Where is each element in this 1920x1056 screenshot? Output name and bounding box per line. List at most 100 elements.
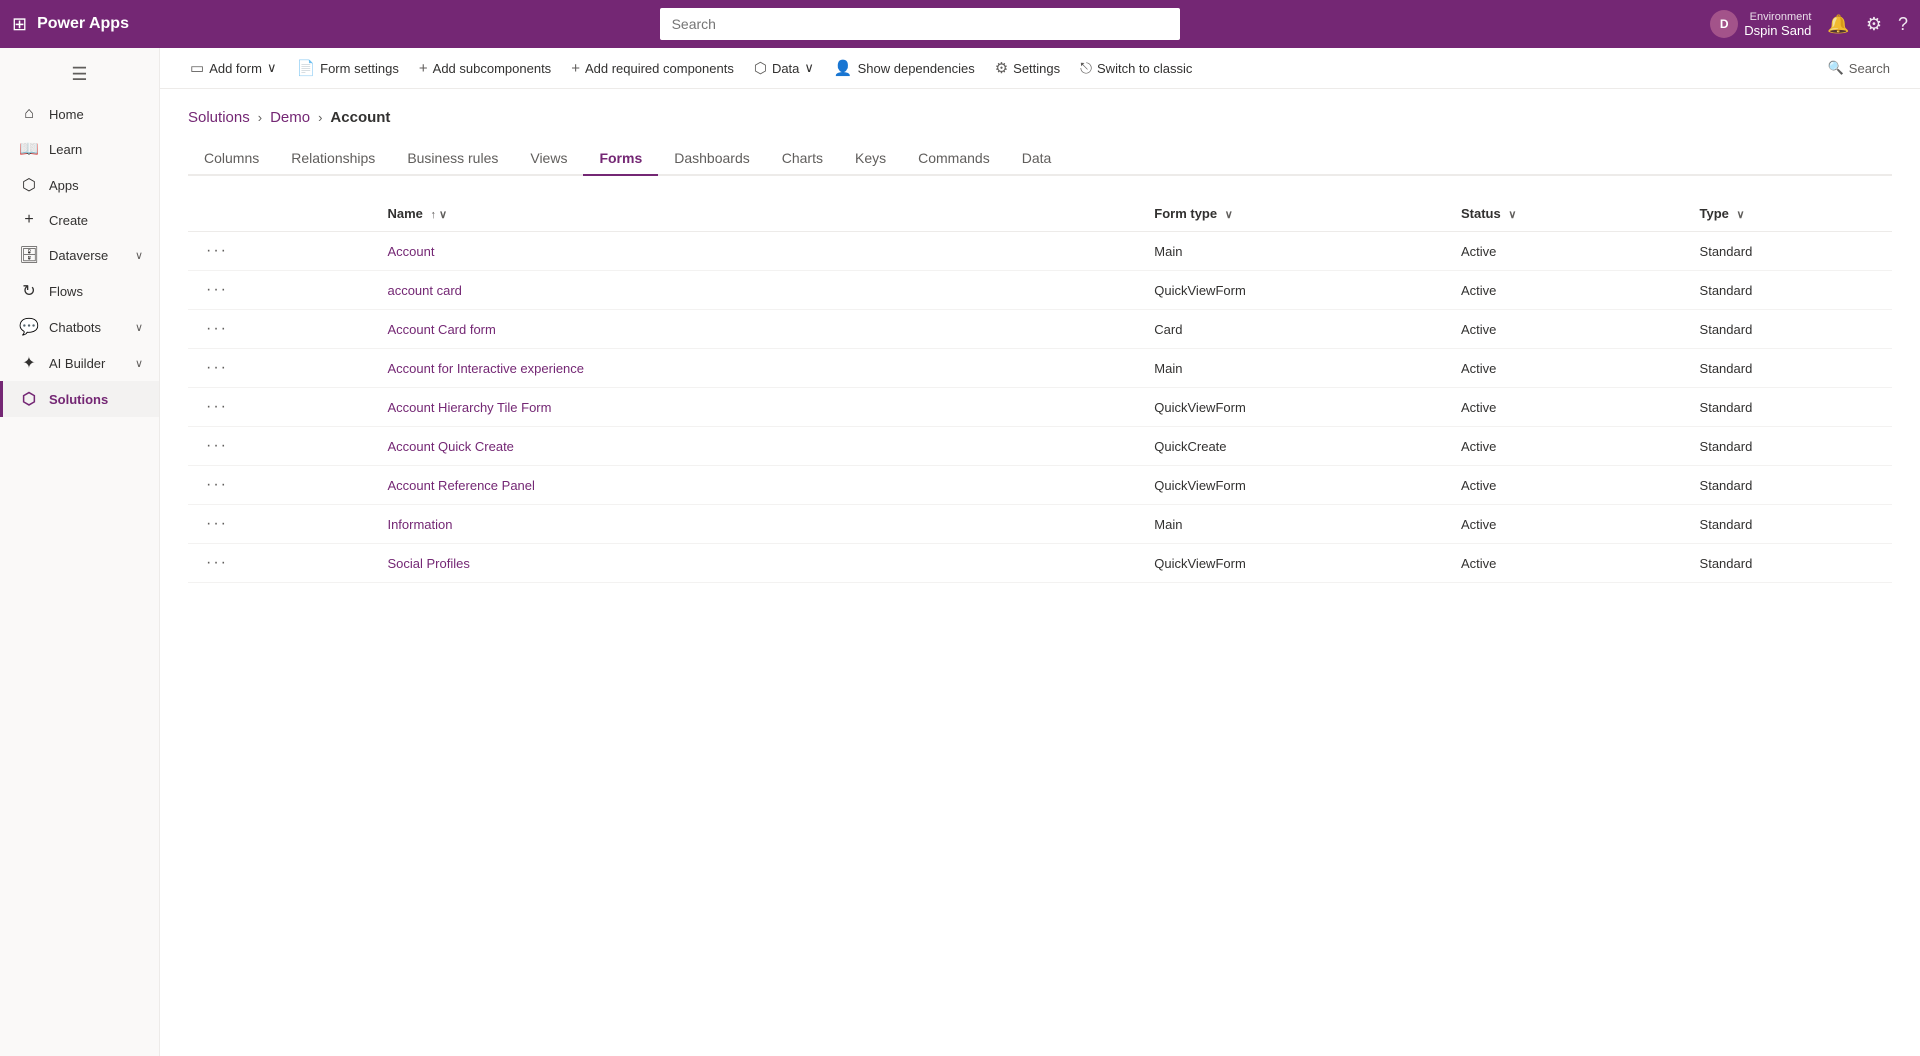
tabs-bar: Columns Relationships Business rules Vie… — [188, 142, 1892, 176]
sidebar-item-chatbots[interactable]: 💬 Chatbots ∨ — [0, 309, 159, 345]
row-actions-menu[interactable]: ··· — [200, 474, 234, 495]
environment-info: D Environment Dspin Sand — [1710, 10, 1811, 38]
row-name[interactable]: Account Hierarchy Tile Form — [375, 388, 1142, 427]
sidebar-item-home[interactable]: ⌂ Home — [0, 97, 159, 131]
solutions-icon: ⬡ — [19, 389, 39, 409]
table-row: ··· Account Card form Card Active Standa… — [188, 310, 1892, 349]
breadcrumb-solutions[interactable]: Solutions — [188, 109, 250, 126]
col-form-type-header[interactable]: Form type ∨ — [1142, 196, 1449, 232]
create-icon: + — [19, 211, 39, 229]
table-header-row: Name ↑ ∨ Form type ∨ Status ∨ Type ∨ — [188, 196, 1892, 232]
sidebar-item-solutions[interactable]: ⬡ Solutions — [0, 381, 159, 417]
tab-columns[interactable]: Columns — [188, 142, 275, 176]
add-form-button[interactable]: ▭ Add form ∨ — [180, 54, 286, 82]
row-type: Standard — [1688, 505, 1892, 544]
row-name[interactable]: Account Quick Create — [375, 427, 1142, 466]
help-icon[interactable]: ? — [1898, 14, 1908, 35]
row-status: Active — [1449, 232, 1688, 271]
tab-commands[interactable]: Commands — [902, 142, 1006, 176]
row-name[interactable]: Account — [375, 232, 1142, 271]
row-type: Standard — [1688, 466, 1892, 505]
settings-icon[interactable]: ⚙ — [1866, 14, 1882, 35]
row-name[interactable]: Account Reference Panel — [375, 466, 1142, 505]
tab-relationships[interactable]: Relationships — [275, 142, 391, 176]
table-row: ··· Account Quick Create QuickCreate Act… — [188, 427, 1892, 466]
tab-dashboards[interactable]: Dashboards — [658, 142, 766, 176]
tab-data[interactable]: Data — [1006, 142, 1068, 176]
grid-icon[interactable]: ⊞ — [12, 14, 27, 35]
show-dep-label: Show dependencies — [858, 61, 975, 76]
form-settings-icon: 📄 — [296, 59, 315, 77]
notification-icon[interactable]: 🔔 — [1827, 14, 1849, 35]
row-actions-menu[interactable]: ··· — [200, 240, 234, 261]
form-settings-button[interactable]: 📄 Form settings — [286, 54, 408, 82]
row-actions-menu[interactable]: ··· — [200, 279, 234, 300]
settings-button[interactable]: ⚙ Settings — [985, 54, 1070, 82]
table-row: ··· Account Reference Panel QuickViewFor… — [188, 466, 1892, 505]
hamburger-button[interactable]: ☰ — [0, 56, 159, 93]
row-form-type: QuickViewForm — [1142, 271, 1449, 310]
show-dependencies-button[interactable]: 👤 Show dependencies — [824, 54, 985, 82]
tab-charts[interactable]: Charts — [766, 142, 839, 176]
breadcrumb-sep-1: › — [258, 110, 262, 125]
row-status: Active — [1449, 388, 1688, 427]
row-actions-cell: ··· — [188, 349, 375, 388]
row-actions-menu[interactable]: ··· — [200, 357, 234, 378]
sidebar-item-ai-builder[interactable]: ✦ AI Builder ∨ — [0, 345, 159, 381]
tab-forms[interactable]: Forms — [583, 142, 658, 176]
top-nav: ⊞ Power Apps D Environment Dspin Sand 🔔 … — [0, 0, 1920, 48]
toolbar: ▭ Add form ∨ 📄 Form settings + Add subco… — [160, 48, 1920, 89]
row-actions-menu[interactable]: ··· — [200, 318, 234, 339]
env-name: Dspin Sand — [1744, 23, 1811, 38]
flows-icon: ↻ — [19, 281, 39, 301]
col-actions-header — [188, 196, 375, 232]
env-label: Environment — [1750, 11, 1812, 23]
search-icon: 🔍 — [1828, 60, 1844, 76]
app-name: Power Apps — [37, 15, 129, 33]
settings-btn-icon: ⚙ — [995, 59, 1008, 77]
chevron-down-icon-chatbots: ∨ — [135, 321, 143, 334]
row-name[interactable]: Information — [375, 505, 1142, 544]
add-required-label: Add required components — [585, 61, 734, 76]
add-subcomponents-button[interactable]: + Add subcomponents — [409, 55, 561, 82]
tab-business-rules[interactable]: Business rules — [391, 142, 514, 176]
breadcrumb-sep-2: › — [318, 110, 322, 125]
content-area: ▭ Add form ∨ 📄 Form settings + Add subco… — [160, 48, 1920, 1056]
sidebar-item-dataverse[interactable]: 🗄 Dataverse ∨ — [0, 237, 159, 273]
row-actions-menu[interactable]: ··· — [200, 552, 234, 573]
row-actions-menu[interactable]: ··· — [200, 513, 234, 534]
row-name[interactable]: Social Profiles — [375, 544, 1142, 583]
row-name[interactable]: account card — [375, 271, 1142, 310]
settings-label: Settings — [1013, 61, 1060, 76]
toolbar-search[interactable]: 🔍 Search — [1818, 55, 1900, 81]
sidebar-item-flows[interactable]: ↻ Flows — [0, 273, 159, 309]
sidebar-item-create[interactable]: + Create — [0, 203, 159, 237]
sidebar-item-apps[interactable]: ⬡ Apps — [0, 167, 159, 203]
tab-keys[interactable]: Keys — [839, 142, 902, 176]
data-dropdown-icon: ∨ — [804, 60, 814, 76]
data-button[interactable]: ⬡ Data ∨ — [744, 54, 824, 82]
breadcrumb-demo[interactable]: Demo — [270, 109, 310, 126]
row-name[interactable]: Account for Interactive experience — [375, 349, 1142, 388]
global-search-input[interactable] — [660, 8, 1180, 40]
table-row: ··· Account Main Active Standard — [188, 232, 1892, 271]
col-status-header[interactable]: Status ∨ — [1449, 196, 1688, 232]
row-actions-menu[interactable]: ··· — [200, 396, 234, 417]
sidebar-item-learn[interactable]: 📖 Learn — [0, 131, 159, 167]
row-type: Standard — [1688, 388, 1892, 427]
add-subcomponents-label: Add subcomponents — [433, 61, 552, 76]
breadcrumb-current: Account — [330, 109, 390, 126]
tab-views[interactable]: Views — [514, 142, 583, 176]
row-form-type: Main — [1142, 232, 1449, 271]
col-name-header[interactable]: Name ↑ ∨ — [375, 196, 1142, 232]
col-type-header[interactable]: Type ∨ — [1688, 196, 1892, 232]
row-actions-menu[interactable]: ··· — [200, 435, 234, 456]
ai-builder-icon: ✦ — [19, 353, 39, 373]
add-required-components-button[interactable]: + Add required components — [561, 55, 744, 82]
table-row: ··· account card QuickViewForm Active St… — [188, 271, 1892, 310]
form-settings-label: Form settings — [320, 61, 399, 76]
add-required-icon: + — [571, 60, 580, 77]
switch-to-classic-button[interactable]: ⎋ Switch to classic — [1070, 55, 1202, 82]
sidebar-label-create: Create — [49, 213, 88, 228]
row-name[interactable]: Account Card form — [375, 310, 1142, 349]
